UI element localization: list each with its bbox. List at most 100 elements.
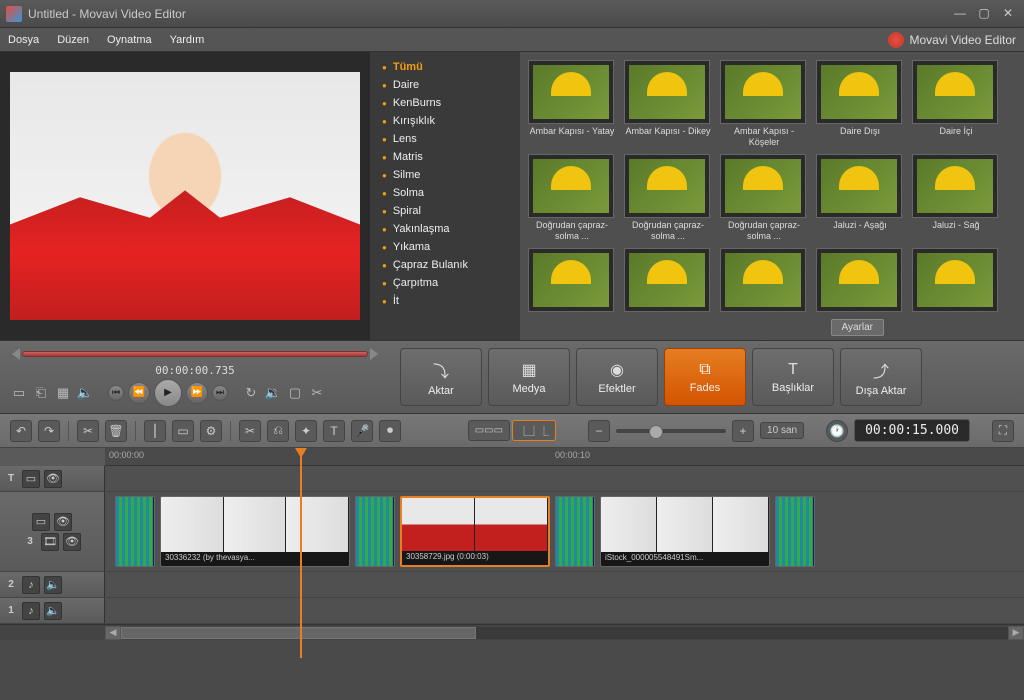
note-icon[interactable]: ♪	[22, 576, 40, 594]
menu-file[interactable]: Dosya	[8, 34, 39, 46]
seek-prev-icon[interactable]	[12, 348, 20, 360]
minimize-button[interactable]: —	[950, 6, 970, 22]
crop-tool-icon[interactable]: ⎗	[32, 384, 50, 402]
marker-button[interactable]: ✦	[295, 420, 317, 442]
track-body-audio1[interactable]	[105, 598, 1024, 623]
seekbar[interactable]	[10, 348, 380, 360]
fullscreen-button[interactable]: ⛶	[992, 420, 1014, 442]
scroll-left-button[interactable]: ◀	[105, 626, 121, 640]
loop-icon[interactable]: ↻	[242, 384, 260, 402]
eye-icon[interactable]: 👁	[54, 513, 72, 531]
category-item[interactable]: Daire	[370, 76, 520, 94]
transition-item[interactable]	[816, 248, 904, 312]
menu-edit[interactable]: Düzen	[57, 34, 89, 46]
transition-item[interactable]	[624, 248, 712, 312]
timeline-timecode[interactable]: 00:00:15.000	[854, 419, 970, 442]
redo-button[interactable]: ↷	[38, 420, 60, 442]
speaker-icon[interactable]: 🔈	[44, 576, 62, 594]
timeline-ruler[interactable]: 00:00:00 00:00:10	[105, 448, 1024, 466]
skip-start-button[interactable]: ⏮	[108, 385, 124, 401]
rewind-button[interactable]: ⏪	[128, 382, 150, 404]
video-clip[interactable]: iStock_000005548491Sm...	[600, 496, 770, 567]
title-track-icon[interactable]: ▭	[22, 470, 40, 488]
track-body-title[interactable]	[105, 466, 1024, 491]
eye-icon[interactable]: 👁	[63, 533, 81, 551]
mode-fades[interactable]: ⧉Fades	[664, 348, 746, 406]
transition-item[interactable]: Jaluzi - Sağ	[912, 154, 1000, 242]
transition-item[interactable]: Doğrudan çapraz-solma ...	[624, 154, 712, 242]
group-button[interactable]: ▭	[172, 420, 194, 442]
category-item[interactable]: KenBurns	[370, 94, 520, 112]
category-item[interactable]: Lens	[370, 130, 520, 148]
transition-clip[interactable]	[555, 496, 595, 567]
scroll-thumb[interactable]	[121, 627, 476, 639]
category-item[interactable]: Spiral	[370, 202, 520, 220]
transition-item[interactable]: Daire Dışı	[816, 60, 904, 148]
film-icon[interactable]: 🎞	[41, 533, 59, 551]
undo-button[interactable]: ↶	[10, 420, 32, 442]
transition-item[interactable]: Ambar Kapısı - Yatay	[528, 60, 616, 148]
category-item[interactable]: Çapraz Bulanık	[370, 256, 520, 274]
snap-value[interactable]: 10 san	[760, 422, 804, 439]
track-body-video[interactable]: 30336232 (by thevasya... 30358729.jpg (0…	[105, 492, 1024, 571]
category-item[interactable]: Silme	[370, 166, 520, 184]
zoom-out-button[interactable]: −	[588, 420, 610, 442]
crop-icon[interactable]: ✂	[308, 384, 326, 402]
mute-icon[interactable]: 🔈	[76, 384, 94, 402]
transition-item[interactable]: Ambar Kapısı - Dikey	[624, 60, 712, 148]
transition-clip[interactable]	[115, 496, 155, 567]
maximize-button[interactable]: ▢	[974, 6, 994, 22]
text-tool-button[interactable]: T	[323, 420, 345, 442]
props-button[interactable]: ⚙	[200, 420, 222, 442]
transition-item[interactable]: Doğrudan çapraz-solma ...	[720, 154, 808, 242]
transition-clip[interactable]	[775, 496, 815, 567]
play-button[interactable]: ▶	[154, 379, 182, 407]
category-item[interactable]: Yıkama	[370, 238, 520, 256]
mic-button[interactable]: 🎤	[351, 420, 373, 442]
scroll-right-button[interactable]: ▶	[1008, 626, 1024, 640]
split-button[interactable]: ⎮	[144, 420, 166, 442]
rec-button[interactable]: ⏺	[379, 420, 401, 442]
track-body-audio2[interactable]	[105, 572, 1024, 597]
settings-button[interactable]: Ayarlar	[831, 319, 885, 336]
view-storyboard[interactable]: ▭▭▭	[468, 420, 510, 441]
transition-item[interactable]: Jaluzi - Aşağı	[816, 154, 904, 242]
category-item[interactable]: Matris	[370, 148, 520, 166]
preview-image[interactable]	[10, 72, 360, 320]
transition-item[interactable]	[720, 248, 808, 312]
mode-effects[interactable]: ◉Efektler	[576, 348, 658, 406]
category-item[interactable]: Tümü	[370, 58, 520, 76]
transition-item[interactable]	[912, 248, 1000, 312]
category-item[interactable]: Solma	[370, 184, 520, 202]
close-button[interactable]: ✕	[998, 6, 1018, 22]
zoom-slider[interactable]	[616, 429, 726, 433]
playhead[interactable]	[300, 448, 302, 658]
mode-import[interactable]: ⤵Aktar	[400, 348, 482, 406]
menu-help[interactable]: Yardım	[170, 34, 205, 46]
transition-clip[interactable]	[355, 496, 395, 567]
transition-item[interactable]: Ambar Kapısı - Köşeler	[720, 60, 808, 148]
video-clip[interactable]: 30358729.jpg (0:00:03)	[400, 496, 550, 567]
seek-next-icon[interactable]	[370, 348, 378, 360]
forward-button[interactable]: ⏩	[186, 382, 208, 404]
cut-button[interactable]: ✂	[77, 420, 99, 442]
zoom-in-button[interactable]: +	[732, 420, 754, 442]
aspect-icon[interactable]: ▭	[10, 384, 28, 402]
seek-track[interactable]	[22, 351, 368, 357]
scroll-track[interactable]	[121, 627, 1008, 639]
delete-button[interactable]: 🗑	[105, 420, 127, 442]
view-timeline[interactable]: ⎿⏌⎿	[512, 420, 556, 441]
note-icon[interactable]: ♪	[22, 602, 40, 620]
category-item[interactable]: Kırışıklık	[370, 112, 520, 130]
category-item[interactable]: Çarpıtma	[370, 274, 520, 292]
speaker-icon[interactable]: 🔈	[44, 602, 62, 620]
menu-play[interactable]: Oynatma	[107, 34, 152, 46]
mode-media[interactable]: ▦Medya	[488, 348, 570, 406]
ripple-button[interactable]: ⎌	[267, 420, 289, 442]
frame-icon[interactable]: ▦	[54, 384, 72, 402]
timeline-scrollbar[interactable]: ◀ ▶	[0, 624, 1024, 640]
category-item[interactable]: İt	[370, 292, 520, 310]
transition-item[interactable]	[528, 248, 616, 312]
clock-icon[interactable]: 🕐	[826, 420, 848, 442]
crop2-button[interactable]: ✂	[239, 420, 261, 442]
